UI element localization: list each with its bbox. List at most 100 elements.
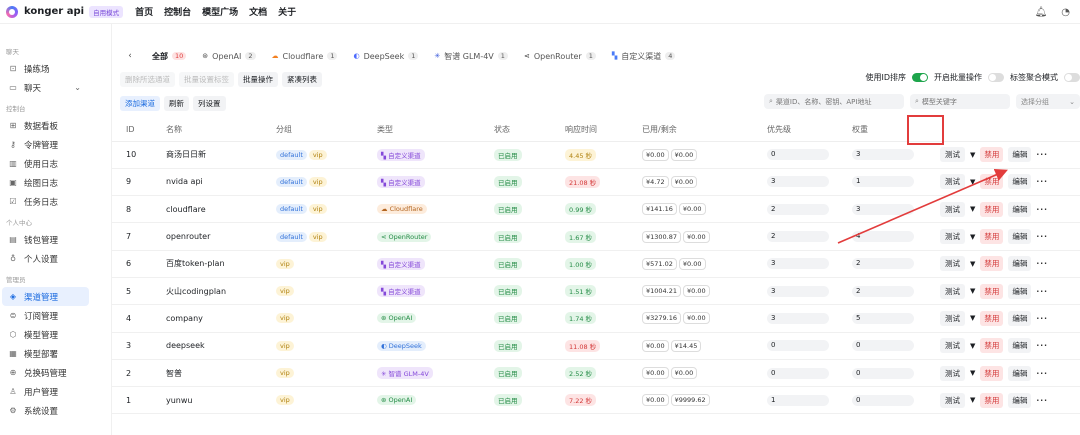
sidebar-item[interactable]: ▦ 模型部署 [0,344,111,363]
remaining-amount[interactable]: ¥0.00 [670,367,698,380]
sidebar-item[interactable]: ⊡ 操练场 [0,59,111,78]
more-icon[interactable]: ··· [1036,177,1048,186]
used-amount[interactable]: ¥0.00 [642,148,669,161]
disable-button[interactable]: 禁用 [980,229,1004,245]
edit-button[interactable]: 编辑 [1008,229,1032,245]
more-icon[interactable]: ··· [1036,205,1048,214]
sidebar-item[interactable]: ⚷ 令牌管理 [0,135,111,154]
bell-icon[interactable]: 🔔︎ [1035,7,1048,18]
used-amount[interactable]: ¥571.02 [642,257,677,270]
more-icon[interactable]: ··· [1036,232,1048,241]
tabs-scroll-left-icon[interactable]: ‹ [124,51,136,61]
channel-tab[interactable]: ⋖ OpenRouter 1 [516,46,604,66]
caret-down-icon[interactable]: ▼ [970,233,975,241]
used-amount[interactable]: ¥1300.87 [642,230,682,243]
test-button[interactable]: 测试 [940,365,965,381]
more-icon[interactable]: ··· [1036,314,1048,323]
priority-input[interactable]: 3 [767,258,829,270]
used-amount[interactable]: ¥4.72 [642,175,669,188]
sidebar-item[interactable]: ⊞ 数据看板 [0,116,111,135]
toolbar-button[interactable]: 批量操作 [238,72,278,87]
channel-tab[interactable]: ◐ DeepSeek 1 [345,46,426,66]
weight-input[interactable]: 2 [852,258,914,270]
used-amount[interactable]: ¥141.16 [642,203,677,216]
response-time-badge[interactable]: 1.51 秒 [565,285,597,298]
test-button[interactable]: 测试 [940,283,965,299]
nav-home[interactable]: 首页 [135,5,153,18]
sidebar-item[interactable]: ◈ 渠道管理 [2,287,89,306]
sidebar-item[interactable]: ▣ 绘图日志 [0,173,111,192]
toolbar-button[interactable]: 刷新 [164,96,189,111]
remaining-amount[interactable]: ¥9999.62 [670,394,710,407]
priority-input[interactable]: 3 [767,285,829,297]
sidebar-item[interactable]: ♁ 个人设置 [0,249,111,268]
sidebar-item[interactable]: ⚙ 系统设置 [0,401,111,420]
weight-input[interactable]: 0 [852,340,914,352]
sidebar-item[interactable]: ♙ 用户管理 [0,382,111,401]
priority-input[interactable]: 0 [767,149,829,161]
toolbar-button[interactable]: 添加渠道 [120,96,160,111]
logo-icon[interactable] [6,5,18,18]
toolbar-button[interactable]: 批量设置标签 [179,72,234,87]
caret-down-icon[interactable]: ▼ [970,178,975,186]
used-amount[interactable]: ¥0.00 [642,367,669,380]
response-time-badge[interactable]: 0.99 秒 [565,203,597,216]
channel-tab[interactable]: ⊛ OpenAI 2 [194,46,263,66]
disable-button[interactable]: 禁用 [980,310,1004,326]
response-time-badge[interactable]: 1.67 秒 [565,230,597,243]
nav-console[interactable]: 控制台 [164,5,191,18]
weight-input[interactable]: 0 [852,367,914,379]
edit-button[interactable]: 编辑 [1008,174,1032,190]
remaining-amount[interactable]: ¥0.00 [678,203,706,216]
more-icon[interactable]: ··· [1036,287,1048,296]
test-button[interactable]: 测试 [940,229,965,245]
remaining-amount[interactable]: ¥14.45 [670,339,702,352]
nav-about[interactable]: 关于 [278,5,296,18]
toggle-tag-mode-switch[interactable] [1064,73,1080,82]
nav-docs[interactable]: 文档 [249,5,267,18]
priority-input[interactable]: 1 [767,394,829,406]
nav-model-market[interactable]: 模型广场 [202,5,238,18]
disable-button[interactable]: 禁用 [980,147,1004,163]
priority-input[interactable]: 3 [767,312,829,324]
priority-input[interactable]: 2 [767,231,829,243]
remaining-amount[interactable]: ¥0.00 [683,312,710,325]
remaining-amount[interactable]: ¥0.00 [683,230,710,243]
edit-button[interactable]: 编辑 [1008,310,1032,326]
disable-button[interactable]: 禁用 [980,392,1004,408]
more-icon[interactable]: ··· [1036,396,1048,405]
edit-button[interactable]: 编辑 [1008,147,1032,163]
disable-button[interactable]: 禁用 [980,201,1004,217]
test-button[interactable]: 测试 [940,174,965,190]
toggle-id-sort-switch[interactable] [912,73,928,82]
response-time-badge[interactable]: 11.08 秒 [565,339,601,352]
response-time-badge[interactable]: 21.08 秒 [565,175,601,188]
sidebar-item[interactable]: ▥ 使用日志 [0,154,111,173]
disable-button[interactable]: 禁用 [980,174,1004,190]
remaining-amount[interactable]: ¥0.00 [670,175,698,188]
sidebar-item[interactable]: ⬡ 模型管理 [0,325,111,344]
group-select[interactable]: 选择分组 ⌄ [1016,94,1080,109]
weight-input[interactable]: 2 [852,285,914,297]
response-time-badge[interactable]: 1.74 秒 [565,312,597,325]
toggle-batch-switch[interactable] [988,73,1004,82]
test-button[interactable]: 测试 [940,256,965,272]
channel-tab[interactable]: ✳ 智谱 GLM-4V 1 [426,46,516,66]
caret-down-icon[interactable]: ▼ [970,260,975,268]
edit-button[interactable]: 编辑 [1008,365,1032,381]
response-time-badge[interactable]: 4.45 秒 [565,148,597,161]
sidebar-item[interactable]: ⊜ 订阅管理 [0,306,111,325]
response-time-badge[interactable]: 7.22 秒 [565,394,597,407]
weight-input[interactable]: 0 [852,394,914,406]
weight-input[interactable]: 4 [852,231,914,243]
weight-input[interactable]: 3 [852,203,914,215]
toolbar-button[interactable]: 列设置 [193,96,226,111]
channel-tab[interactable]: 全部 10 [144,46,194,66]
channel-tab[interactable]: ▚ 自定义渠道 4 [604,46,684,66]
priority-input[interactable]: 0 [767,340,829,352]
more-icon[interactable]: ··· [1036,369,1048,378]
edit-button[interactable]: 编辑 [1008,201,1032,217]
disable-button[interactable]: 禁用 [980,338,1004,354]
used-amount[interactable]: ¥1004.21 [642,285,682,298]
edit-button[interactable]: 编辑 [1008,283,1032,299]
